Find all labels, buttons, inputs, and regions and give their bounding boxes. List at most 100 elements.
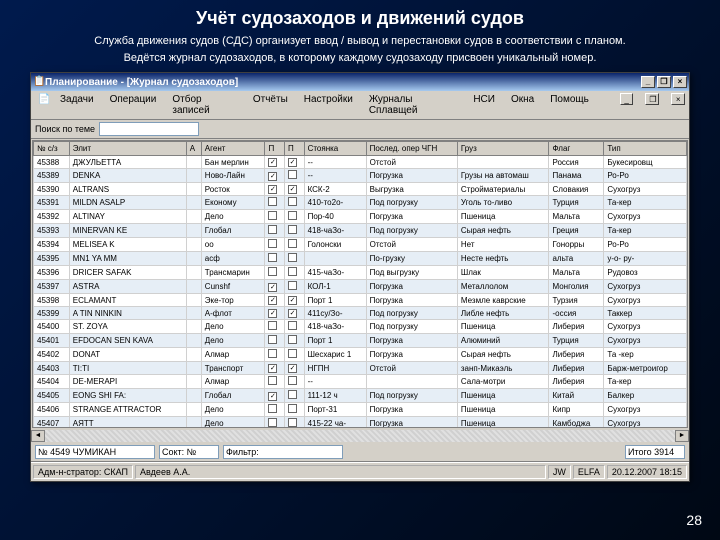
checkbox[interactable]: ✓ bbox=[268, 296, 277, 305]
cell bbox=[285, 169, 305, 183]
table-row[interactable]: 45391MILDN ASALPЕконому410-то2о-Под погр… bbox=[34, 196, 687, 210]
checkbox[interactable] bbox=[268, 349, 277, 358]
table-row[interactable]: 45397ASTRACunshf✓КОЛ-1ПогрузкаМеталлолом… bbox=[34, 280, 687, 294]
table-row[interactable]: 45405EONG SHI FA:Глобал✓111-12 чПод погр… bbox=[34, 389, 687, 403]
minimize-button[interactable]: _ bbox=[641, 76, 655, 88]
table-row[interactable]: 45398ECLAMANTЭке-тор✓✓Порт 1ПогрузкаМезм… bbox=[34, 294, 687, 307]
scroll-right-button[interactable]: ► bbox=[675, 430, 689, 442]
column-header[interactable]: Элит bbox=[69, 142, 186, 156]
checkbox[interactable] bbox=[268, 267, 277, 276]
menu-item[interactable]: НСИ bbox=[470, 93, 498, 117]
column-header[interactable]: П bbox=[265, 142, 285, 156]
menu-item[interactable]: Журналы Сплавщей bbox=[366, 93, 461, 117]
table-row[interactable]: 45406STRANGE ATTRACTORДелоПорт-31Погрузк… bbox=[34, 403, 687, 417]
checkbox[interactable] bbox=[288, 225, 297, 234]
checkbox[interactable] bbox=[288, 170, 297, 179]
table-row[interactable]: 45401EFDOCAN SEN KAVAДелоПорт 1ПогрузкаА… bbox=[34, 334, 687, 348]
checkbox[interactable] bbox=[268, 225, 277, 234]
checkbox[interactable]: ✓ bbox=[268, 185, 277, 194]
cell: Дело bbox=[201, 417, 265, 429]
table-row[interactable]: 45394MELISEA KooГолонскиОтстойНетГонорры… bbox=[34, 238, 687, 252]
horizontal-scrollbar[interactable]: ◄ ► bbox=[31, 429, 689, 443]
checkbox[interactable]: ✓ bbox=[288, 158, 297, 167]
scroll-left-button[interactable]: ◄ bbox=[31, 430, 45, 442]
checkbox[interactable] bbox=[288, 404, 297, 413]
checkbox[interactable] bbox=[268, 335, 277, 344]
child-minimize-button[interactable]: _ bbox=[620, 93, 634, 105]
checkbox[interactable] bbox=[288, 253, 297, 262]
column-header[interactable]: А bbox=[186, 142, 201, 156]
table-row[interactable]: 45407АЯТТДело415-22 ча-ПогрузкаПшеницаКа… bbox=[34, 417, 687, 429]
sort-field[interactable]: Сокт: № bbox=[159, 445, 219, 459]
checkbox[interactable] bbox=[288, 335, 297, 344]
menu-item[interactable]: Задачи bbox=[57, 93, 97, 117]
column-header[interactable]: № с/з bbox=[34, 142, 70, 156]
checkbox[interactable]: ✓ bbox=[268, 309, 277, 318]
close-button[interactable]: × bbox=[673, 76, 687, 88]
checkbox[interactable]: ✓ bbox=[288, 185, 297, 194]
checkbox[interactable] bbox=[268, 253, 277, 262]
checkbox[interactable]: ✓ bbox=[268, 158, 277, 167]
column-header[interactable]: Послед. опер ЧГН bbox=[366, 142, 457, 156]
restore-button[interactable]: ❐ bbox=[657, 76, 671, 88]
checkbox[interactable] bbox=[268, 239, 277, 248]
table-row[interactable]: 45390ALTRANSРосток✓✓КСК-2ВыгрузкаСтройма… bbox=[34, 183, 687, 196]
checkbox[interactable] bbox=[288, 390, 297, 399]
checkbox[interactable] bbox=[268, 211, 277, 220]
data-grid[interactable]: № с/зЭлитААгентППСтоянкаПослед. опер ЧГН… bbox=[32, 140, 688, 428]
table-row[interactable]: 45388ДЖУЛЬЕТТАБан мерлин✓✓--ОтстойРоссия… bbox=[34, 156, 687, 169]
checkbox[interactable] bbox=[288, 376, 297, 385]
checkbox[interactable] bbox=[288, 239, 297, 248]
child-restore-button[interactable]: ❐ bbox=[645, 93, 659, 105]
table-row[interactable]: 45403TI:TIТранспорт✓✓НГПНОтстойзанп-Мика… bbox=[34, 362, 687, 375]
checkbox[interactable]: ✓ bbox=[268, 364, 277, 373]
checkbox[interactable] bbox=[268, 376, 277, 385]
checkbox[interactable] bbox=[268, 418, 277, 427]
child-close-button[interactable]: × bbox=[671, 93, 685, 105]
checkbox[interactable] bbox=[288, 418, 297, 427]
menu-item[interactable]: Отчёты bbox=[250, 93, 291, 117]
table-row[interactable]: 45399A TIN NINKINА-флот✓✓411су/Зо-Под по… bbox=[34, 307, 687, 320]
checkbox[interactable]: ✓ bbox=[288, 309, 297, 318]
table-row[interactable]: 45396DRICER SAFAKТрансмарин415-чаЗо-Под … bbox=[34, 266, 687, 280]
search-input[interactable] bbox=[99, 122, 199, 136]
checkbox[interactable] bbox=[288, 321, 297, 330]
titlebar[interactable]: 📋 Планирование - [Журнал судозаходов] _ … bbox=[31, 73, 689, 91]
checkbox[interactable]: ✓ bbox=[268, 172, 277, 181]
menu-item[interactable]: Операции bbox=[107, 93, 160, 117]
column-header[interactable]: Груз bbox=[457, 142, 549, 156]
column-header[interactable]: П bbox=[285, 142, 305, 156]
filter-field[interactable]: Фильтр: bbox=[223, 445, 343, 459]
column-header[interactable]: Стоянка bbox=[304, 142, 366, 156]
table-row[interactable]: 45395MN1 YA MMасфПо-грузкуНесте нефтьаль… bbox=[34, 252, 687, 266]
checkbox[interactable] bbox=[268, 197, 277, 206]
checkbox[interactable]: ✓ bbox=[268, 283, 277, 292]
cell: Рудовоз bbox=[604, 266, 687, 280]
table-row[interactable]: 45392ALTINAYДелоПор-40ПогрузкаПшеницаМал… bbox=[34, 210, 687, 224]
checkbox[interactable]: ✓ bbox=[288, 364, 297, 373]
cell bbox=[186, 417, 201, 429]
menu-item[interactable]: Настройки bbox=[301, 93, 356, 117]
table-row[interactable]: 45402DONATАлмарШесхарис 1ПогрузкаСырая н… bbox=[34, 348, 687, 362]
column-header[interactable]: Флаг bbox=[549, 142, 604, 156]
menu-item[interactable]: Окна bbox=[508, 93, 537, 117]
checkbox[interactable] bbox=[288, 281, 297, 290]
checkbox[interactable]: ✓ bbox=[288, 296, 297, 305]
cell: Сала-мотри bbox=[457, 375, 549, 389]
menu-item[interactable]: Помощь bbox=[547, 93, 592, 117]
checkbox[interactable] bbox=[268, 321, 277, 330]
table-row[interactable]: 45400ST. ZOYAДело418-чаЗо-Под погрузкуПш… bbox=[34, 320, 687, 334]
checkbox[interactable]: ✓ bbox=[268, 392, 277, 401]
checkbox[interactable] bbox=[288, 349, 297, 358]
table-row[interactable]: 45393MINERVAN KEГлобал418-чаЗо-Под погру… bbox=[34, 224, 687, 238]
column-header[interactable]: Агент bbox=[201, 142, 265, 156]
cell: Под выгрузку bbox=[366, 266, 457, 280]
checkbox[interactable] bbox=[288, 211, 297, 220]
table-row[interactable]: 45404DE-MERAPIАлмар--Сала-мотриЛиберияТа… bbox=[34, 375, 687, 389]
checkbox[interactable] bbox=[268, 404, 277, 413]
checkbox[interactable] bbox=[288, 197, 297, 206]
menu-item[interactable]: Отбор записей bbox=[169, 93, 240, 117]
table-row[interactable]: 45389DENKAНово-Лайн✓--ПогрузкаГрузы на а… bbox=[34, 169, 687, 183]
checkbox[interactable] bbox=[288, 267, 297, 276]
column-header[interactable]: Тип bbox=[604, 142, 687, 156]
